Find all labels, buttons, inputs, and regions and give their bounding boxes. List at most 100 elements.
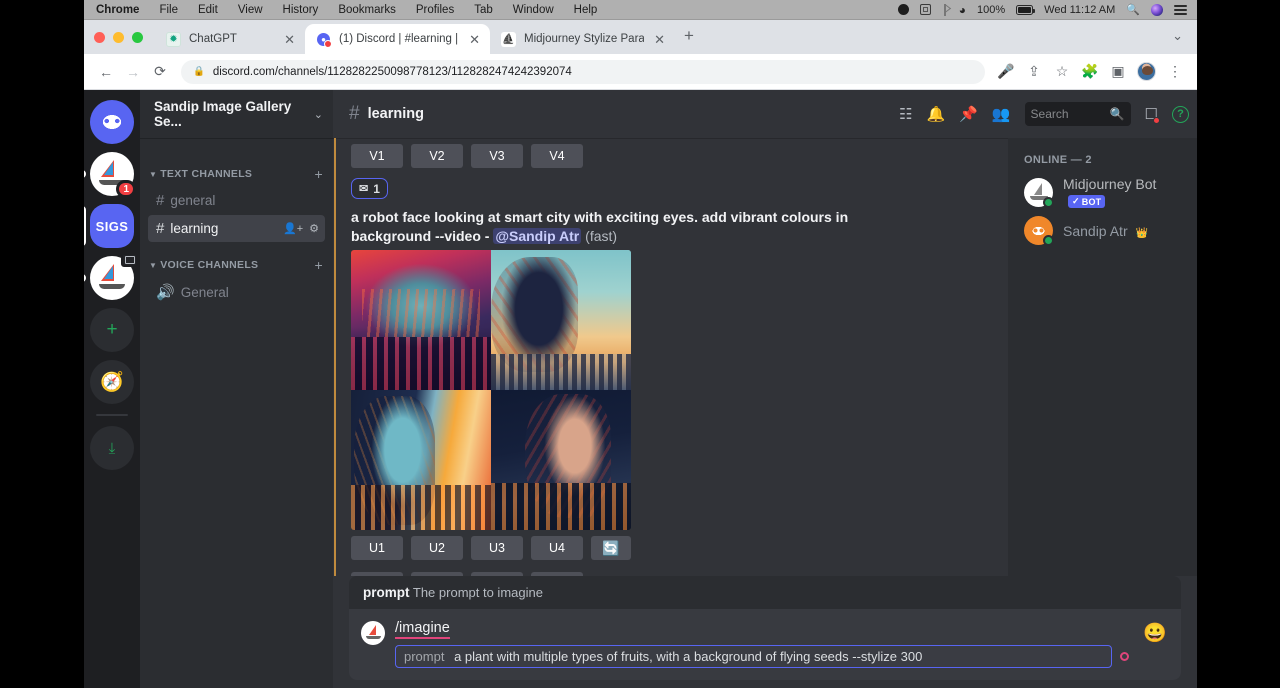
button-v1[interactable]: V1 [351, 572, 403, 576]
button-v2[interactable]: V2 [411, 572, 463, 576]
address-bar[interactable]: 🔒 discord.com/channels/11282822500987781… [181, 60, 985, 84]
button-v3[interactable]: V3 [471, 144, 523, 168]
kebab-menu-icon[interactable]: ⋮ [1162, 59, 1188, 85]
tabstrip-menu-icon[interactable]: ⌄ [1172, 28, 1197, 54]
new-tab-button[interactable]: + [675, 27, 703, 54]
wifi-icon[interactable]: ◕ [959, 3, 966, 17]
badge-check-icon: ✓ [1072, 196, 1080, 207]
sidebar-item-voice-general[interactable]: 🔊 General [148, 278, 325, 306]
search-input[interactable]: Search 🔍 [1025, 102, 1131, 126]
notification-bell-icon[interactable]: 🔔 [926, 105, 945, 123]
generated-image-3[interactable] [351, 390, 491, 530]
invite-icon[interactable]: 👤+ [283, 222, 303, 235]
menubar-item-profiles[interactable]: Profiles [406, 4, 464, 16]
button-v1[interactable]: V1 [351, 144, 403, 168]
tab-chatgpt[interactable]: ChatGPT ✕ [155, 24, 305, 54]
midjourney-icon [501, 32, 516, 47]
message-list[interactable]: V1 V2 V3 V4 ✉ 1 [333, 138, 1008, 576]
members-icon[interactable]: 👥 [992, 105, 1011, 123]
maximize-window-button[interactable] [132, 32, 143, 43]
menubar-item-help[interactable]: Help [564, 4, 608, 16]
prompt-input[interactable]: prompt a plant with multiple types of fr… [395, 645, 1112, 668]
microphone-icon[interactable]: 🎤 [993, 59, 1019, 85]
share-icon[interactable]: ⇪ [1021, 59, 1047, 85]
inbox-icon[interactable]: ☐ [1145, 105, 1158, 123]
record-dot-icon[interactable] [1120, 652, 1129, 661]
category-voice-channels[interactable]: ▼ VOICE CHANNELS + [140, 243, 333, 277]
button-v4[interactable]: V4 [531, 144, 583, 168]
tab-midjourney[interactable]: Midjourney Stylize Parameter ✕ [490, 24, 675, 54]
button-v4[interactable]: V4 [531, 572, 583, 576]
message-input-box[interactable]: /imagine prompt a plant with multiple ty… [349, 609, 1181, 680]
list-item[interactable]: Sandip Atr 👑 [1016, 212, 1189, 249]
menubar-item-tab[interactable]: Tab [464, 4, 503, 16]
guild-home-button[interactable] [90, 100, 134, 144]
channel-label: general [170, 193, 319, 208]
reload-button[interactable]: ⟳ [147, 59, 173, 85]
back-button[interactable]: ← [93, 59, 119, 85]
threads-icon[interactable]: ☷ [899, 105, 912, 123]
profile-avatar[interactable] [1137, 62, 1156, 81]
member-list: ONLINE — 2 Midjourney Bot ✓ BOT [1008, 138, 1197, 576]
generated-image-1[interactable] [351, 250, 491, 390]
menubar-item-file[interactable]: File [149, 4, 188, 16]
generated-image-grid[interactable] [351, 250, 631, 530]
button-u1[interactable]: U1 [351, 536, 403, 560]
forward-button[interactable]: → [120, 59, 146, 85]
side-panel-icon[interactable]: ▣ [1105, 59, 1131, 85]
record-dot-icon[interactable] [898, 4, 909, 15]
sidebar-item-learning[interactable]: # learning 👤+ ⚙ [148, 215, 325, 242]
tab-close-icon[interactable]: ✕ [467, 33, 482, 46]
search-icon: 🔍 [1110, 107, 1125, 121]
server-header[interactable]: Sandip Image Gallery Se... ⌄ [140, 90, 333, 138]
tab-close-icon[interactable]: ✕ [652, 33, 667, 46]
bookmark-star-icon[interactable]: ☆ [1049, 59, 1075, 85]
extensions-puzzle-icon[interactable]: 🧩 [1077, 59, 1103, 85]
siri-icon[interactable] [1151, 4, 1163, 16]
sidebar-item-general[interactable]: # general [148, 187, 325, 214]
screenshot-icon[interactable] [920, 4, 931, 15]
menubar-item-bookmarks[interactable]: Bookmarks [328, 4, 406, 16]
button-u2[interactable]: U2 [411, 536, 463, 560]
button-u4[interactable]: U4 [531, 536, 583, 560]
guild-sigs[interactable]: SIGS [90, 204, 134, 248]
guild-boat-1[interactable]: 1 [90, 152, 134, 196]
reroll-icon[interactable]: 🔄 [591, 536, 631, 560]
minimize-window-button[interactable] [113, 32, 124, 43]
slash-command-chip[interactable]: /imagine [395, 620, 450, 639]
spotlight-search-icon[interactable]: 🔍 [1126, 3, 1140, 16]
add-server-button[interactable]: + [90, 308, 134, 352]
help-icon[interactable]: ? [1172, 106, 1189, 123]
bluetooth-icon[interactable] [942, 4, 948, 16]
list-item[interactable]: Midjourney Bot ✓ BOT [1016, 172, 1189, 212]
chevron-down-icon[interactable]: ⌄ [314, 108, 323, 121]
create-text-channel-button[interactable]: + [315, 166, 323, 182]
variation-buttons-top: V1 V2 V3 V4 [351, 138, 996, 174]
button-u3[interactable]: U3 [471, 536, 523, 560]
guild-boat-2[interactable] [90, 256, 134, 300]
user-mention[interactable]: @Sandip Atr [493, 228, 581, 244]
category-text-channels[interactable]: ▼ TEXT CHANNELS + [140, 152, 333, 186]
reaction-envelope[interactable]: ✉ 1 [351, 178, 388, 199]
settings-gear-icon[interactable]: ⚙ [309, 222, 319, 235]
menubar-item-window[interactable]: Window [503, 4, 564, 16]
create-voice-channel-button[interactable]: + [315, 257, 323, 273]
tab-close-icon[interactable]: ✕ [282, 33, 297, 46]
envelope-icon: ✉ [359, 182, 368, 195]
menubar-item-edit[interactable]: Edit [188, 4, 228, 16]
close-window-button[interactable] [94, 32, 105, 43]
pin-icon[interactable]: 📌 [959, 105, 978, 123]
button-v2[interactable]: V2 [411, 144, 463, 168]
menubar-app-name[interactable]: Chrome [84, 4, 149, 16]
menubar-item-history[interactable]: History [273, 4, 329, 16]
tab-discord[interactable]: ● (1) Discord | #learning | Sandip ✕ [305, 24, 490, 54]
battery-percent-label: 100% [977, 4, 1005, 16]
generated-image-4[interactable] [491, 390, 631, 530]
explore-servers-icon[interactable]: 🧭 [90, 360, 134, 404]
control-center-icon[interactable] [1174, 4, 1187, 15]
button-v3[interactable]: V3 [471, 572, 523, 576]
emoji-icon[interactable]: 😀 [1143, 621, 1167, 645]
download-apps-icon[interactable]: ⤓ [90, 426, 134, 470]
generated-image-2[interactable] [491, 250, 631, 390]
menubar-item-view[interactable]: View [228, 4, 273, 16]
